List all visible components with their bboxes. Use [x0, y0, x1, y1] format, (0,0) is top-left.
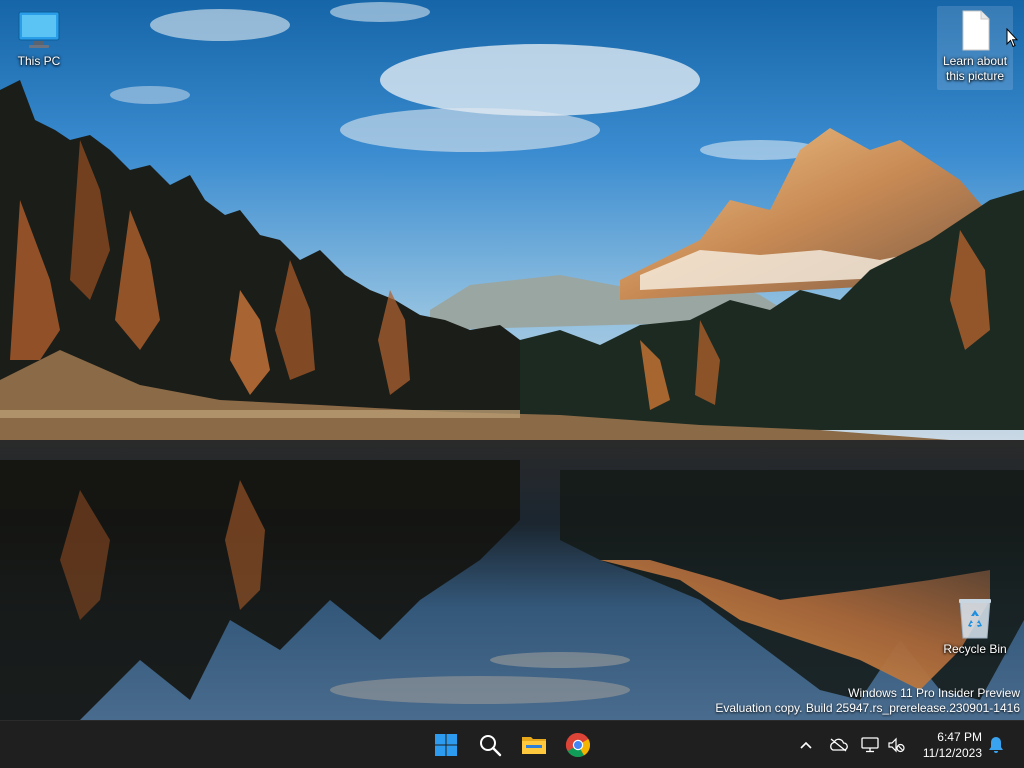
document-icon: [953, 8, 997, 52]
volume-muted-icon: [888, 737, 905, 753]
desktop[interactable]: This PC Learn about this picture Recycle…: [0, 0, 1024, 720]
recycle-bin-desktop-icon[interactable]: Recycle Bin: [937, 596, 1013, 657]
clock-date: 11/12/2023: [922, 746, 982, 760]
watermark-build: Evaluation copy. Build 25947.rs_prerelea…: [715, 701, 1020, 715]
recycle-bin-label: Recycle Bin: [943, 642, 1007, 656]
network-tray-button[interactable]: [860, 735, 880, 755]
chrome-icon: [565, 733, 591, 758]
learn-about-picture-label: Learn about this picture: [942, 54, 1008, 83]
watermark-edition: Windows 11 Pro Insider Preview: [848, 686, 1020, 700]
taskbar: 6:47 PM 11/12/2023: [0, 720, 1024, 768]
learn-about-picture-desktop-icon[interactable]: Learn about this picture: [937, 6, 1013, 90]
display-network-icon: [861, 737, 879, 753]
computer-monitor-icon: [17, 8, 61, 52]
taskbar-clock[interactable]: 6:47 PM 11/12/2023: [912, 729, 982, 761]
this-pc-label: This PC: [17, 54, 61, 68]
volume-tray-button[interactable]: [886, 735, 906, 755]
recycle-bin-icon: [953, 596, 997, 640]
clock-time: 6:47 PM: [937, 730, 982, 744]
show-hidden-icons-button[interactable]: [796, 735, 816, 755]
file-explorer-button[interactable]: [516, 727, 552, 763]
notifications-button[interactable]: [986, 735, 1006, 755]
chrome-button[interactable]: [560, 727, 596, 763]
folder-icon: [522, 737, 546, 754]
windows-evaluation-watermark: Windows 11 Pro Insider Preview Evaluatio…: [715, 686, 1020, 716]
notification-bell-icon: [989, 737, 1003, 753]
chevron-up-icon: [800, 741, 812, 749]
onedrive-cloud-icon: [830, 738, 848, 752]
onedrive-tray-button[interactable]: [828, 735, 848, 755]
search-icon: [480, 735, 502, 757]
search-button[interactable]: [472, 727, 508, 763]
wallpaper-image: [0, 0, 1024, 720]
windows-start-icon: [435, 734, 457, 756]
start-button[interactable]: [428, 727, 464, 763]
this-pc-desktop-icon[interactable]: This PC: [1, 8, 77, 69]
mouse-pointer-icon: [1006, 28, 1018, 48]
